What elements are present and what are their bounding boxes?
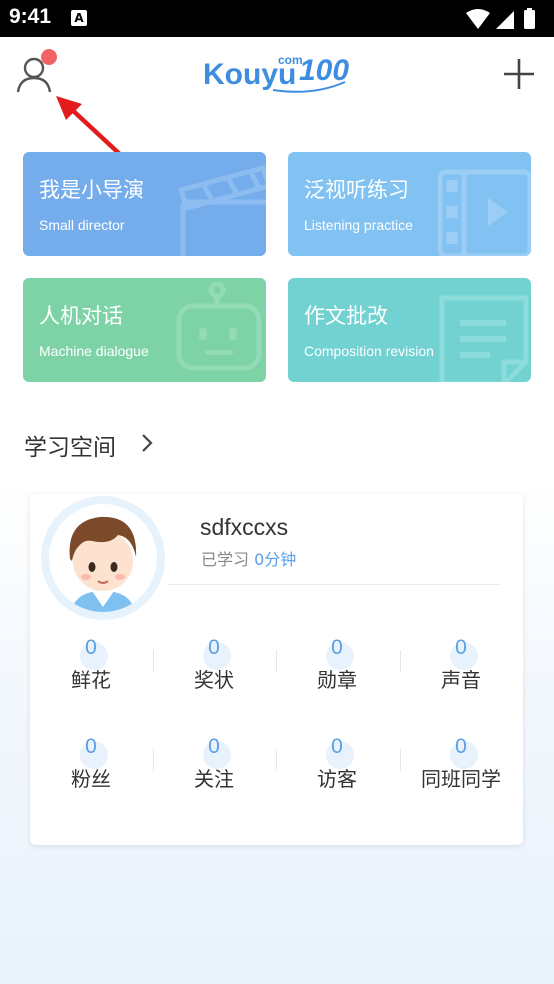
stat-voices[interactable]: 0 声音 [411,636,511,693]
stat-value: 0 [455,735,467,758]
stat-separator [400,749,401,771]
film-play-icon [438,169,531,256]
battery-icon [524,10,535,29]
stat-value: 0 [85,735,97,758]
stat-medals[interactable]: 0 勋章 [287,636,387,693]
document-icon [439,295,529,382]
stat-fans[interactable]: 0 粉丝 [41,735,141,792]
feature-subtitle: Composition revision [304,343,434,359]
status-time: 9:41 [9,5,52,28]
stat-separator [276,749,277,771]
feature-card-composition-revision[interactable]: 作文批改 Composition revision [288,278,531,382]
feature-subtitle: Machine dialogue [39,343,149,359]
stat-label: 声音 [441,668,481,692]
study-time-value: 0分钟 [254,550,297,569]
stat-label: 关注 [194,767,234,791]
stat-label: 同班同学 [421,767,501,791]
logo-num: 100 [299,54,349,87]
study-time-label: 已学习 [201,550,250,569]
stat-value: 0 [331,735,343,758]
notification-icon: A [71,10,87,26]
profile-username: sdfxccxs [200,514,289,540]
stat-separator [400,650,401,672]
stat-separator [153,650,154,672]
status-bar: 9:41 A [0,0,554,37]
status-icons [466,8,535,29]
signal-icon [496,11,514,29]
feature-title: 人机对话 [39,304,123,328]
stat-visitors[interactable]: 0 访客 [287,735,387,792]
stat-label: 粉丝 [71,767,111,791]
stat-classmates[interactable]: 0 同班同学 [411,735,511,792]
stat-certificates[interactable]: 0 奖状 [164,636,264,693]
stat-label: 访客 [317,767,357,791]
stat-value: 0 [85,636,97,659]
feature-subtitle: Small director [39,217,125,233]
stat-label: 勋章 [317,668,357,692]
stat-separator [153,749,154,771]
feature-subtitle: Listening practice [304,217,413,233]
notification-dot [41,49,57,65]
feature-card-machine-dialogue[interactable]: 人机对话 Machine dialogue [23,278,266,382]
feature-card-small-director[interactable]: 我是小导演 Small director [23,152,266,256]
stat-label: 鲜花 [71,668,111,692]
feature-card-listening-practice[interactable]: 泛视听练习 Listening practice [288,152,531,256]
feature-title: 作文批改 [304,304,388,328]
study-space-title[interactable]: 学习空间 [24,428,116,462]
kouyu100-logo: Kouyu com 100 [203,53,349,93]
study-time: 已学习 0分钟 [201,546,296,570]
clapperboard-icon [177,164,266,256]
stat-flowers[interactable]: 0 鲜花 [41,636,141,693]
stat-value: 0 [455,636,467,659]
stat-value: 0 [208,636,220,659]
stat-label: 奖状 [194,668,234,692]
stat-following[interactable]: 0 关注 [164,735,264,792]
avatar[interactable] [40,495,166,621]
feature-title: 我是小导演 [39,178,144,202]
wifi-icon [466,9,490,29]
stat-value: 0 [331,636,343,659]
chevron-right-icon[interactable] [140,433,154,453]
stat-value: 0 [208,735,220,758]
divider [168,584,500,585]
feature-title: 泛视听练习 [304,178,409,202]
plus-icon[interactable] [502,57,536,91]
robot-icon [176,281,262,371]
stat-separator [276,650,277,672]
